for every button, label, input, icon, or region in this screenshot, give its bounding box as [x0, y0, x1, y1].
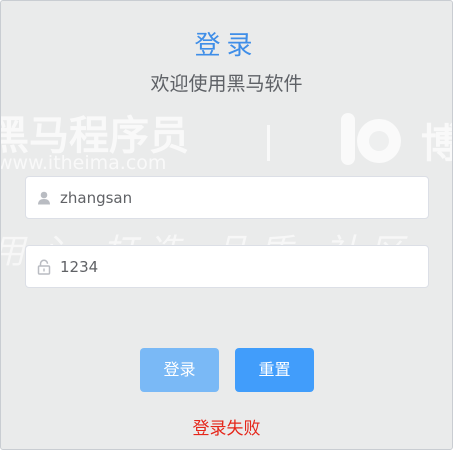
password-field[interactable]: 1234	[25, 245, 429, 288]
login-error-message: 登录失败	[192, 419, 261, 439]
watermark-divider	[267, 125, 270, 161]
watermark-url: www.itheima.com	[1, 152, 166, 174]
login-button[interactable]: 登录	[140, 348, 219, 392]
user-icon	[38, 191, 50, 205]
page-title: 登录	[194, 31, 259, 61]
password-value[interactable]: 1234	[60, 258, 98, 276]
reset-button[interactable]: 重置	[235, 348, 314, 392]
lock-icon	[37, 259, 51, 275]
watermark-glyph: 博	[421, 121, 453, 167]
watermark-logo	[341, 113, 401, 165]
username-field[interactable]: zhangsan	[25, 176, 429, 219]
login-panel: 黑马程序员 www.itheima.com 博 用 心 · 打 造 · 品 质 …	[0, 0, 453, 450]
watermark-brand: 黑马程序员	[1, 113, 189, 159]
page-subtitle: 欢迎使用黑马软件	[150, 73, 303, 95]
username-value[interactable]: zhangsan	[60, 189, 132, 207]
